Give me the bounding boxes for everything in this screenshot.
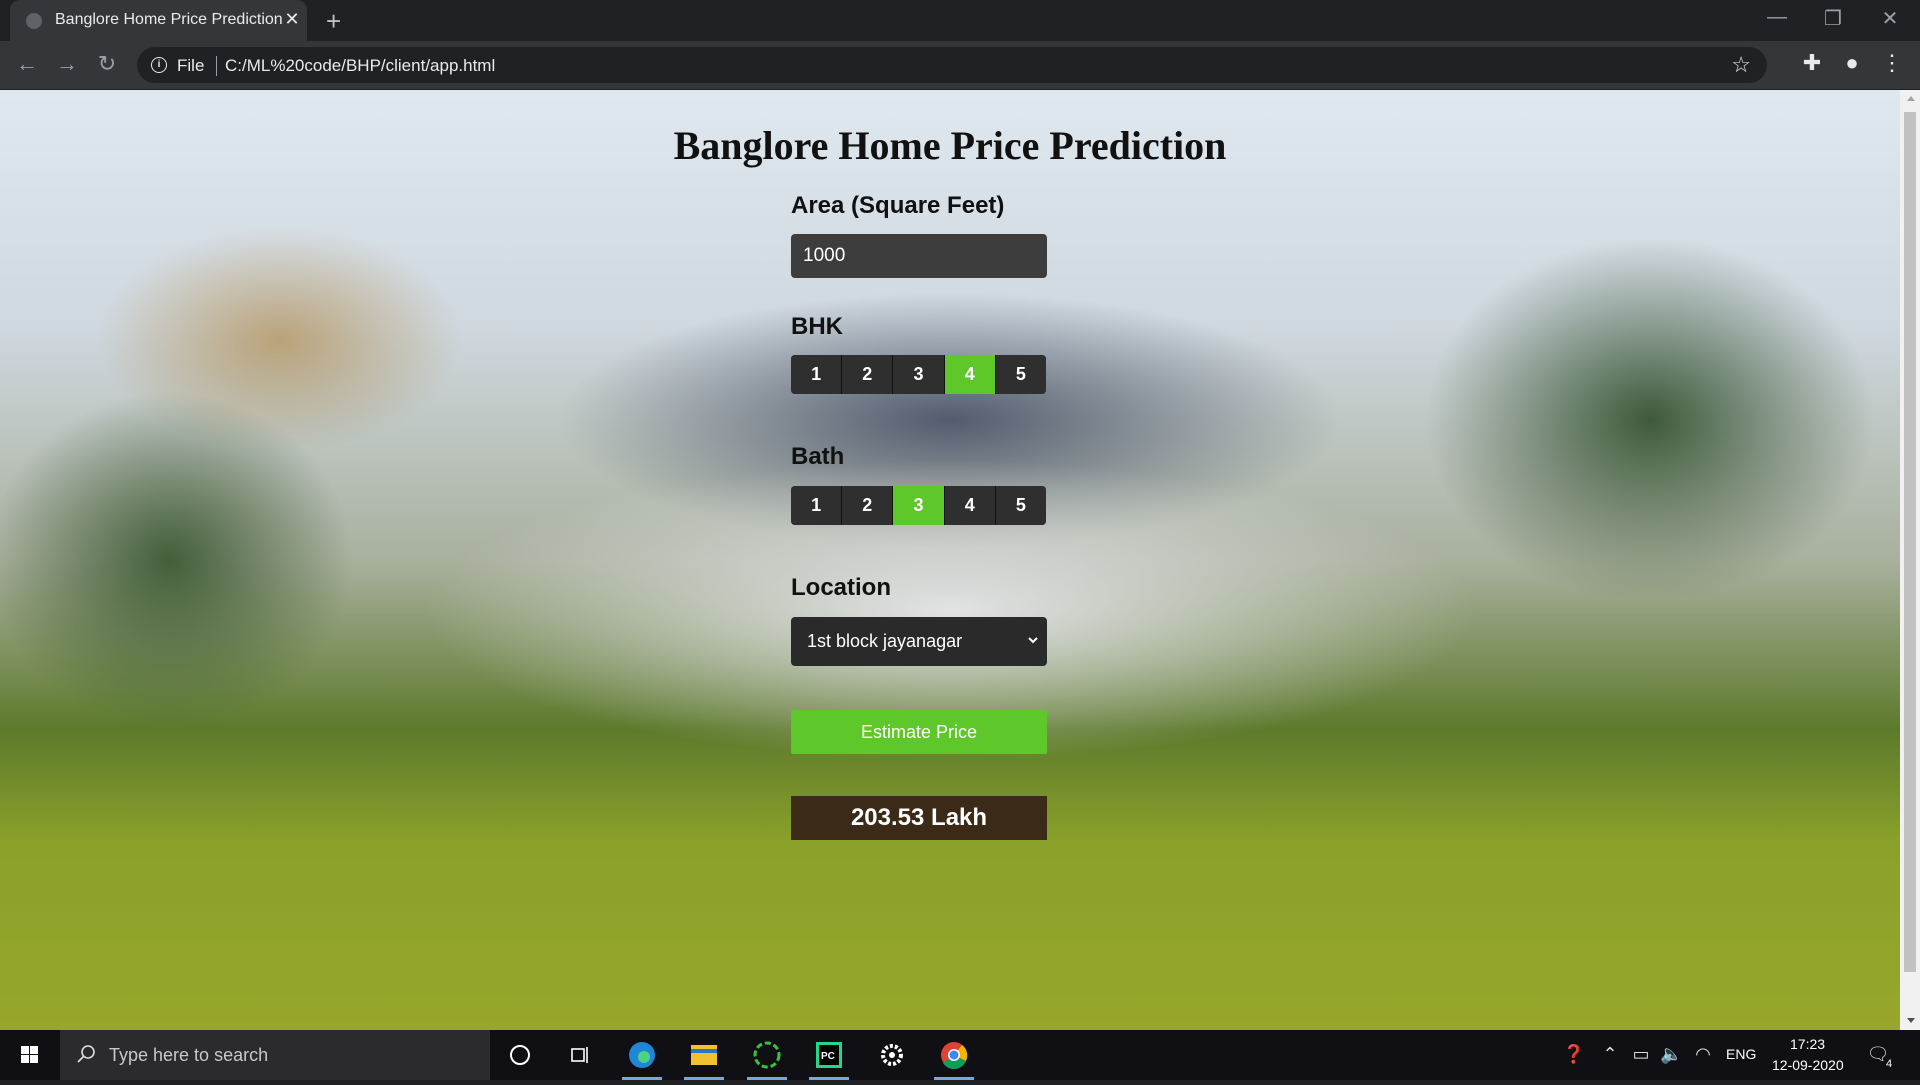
help-icon[interactable]: ❓ xyxy=(1562,1044,1586,1065)
location-label: Location xyxy=(791,574,891,601)
reload-icon[interactable]: ↻ xyxy=(92,51,122,77)
bath-option-4[interactable]: 4 xyxy=(944,486,996,525)
cortana-icon xyxy=(510,1045,530,1065)
bhk-option-2[interactable]: 2 xyxy=(842,355,894,394)
windows-taskbar: Type here to search PC ❓ ⌃ ▭ 🔈 ◠ ENG 17:… xyxy=(0,1030,1920,1080)
extensions-icon[interactable]: ✚ xyxy=(1797,50,1827,76)
estimate-price-button[interactable]: Estimate Price xyxy=(791,710,1047,754)
refresh-app-button[interactable] xyxy=(739,1030,795,1080)
bhk-option-3[interactable]: 3 xyxy=(893,355,945,394)
refresh-app-icon xyxy=(753,1041,781,1069)
bath-option-3[interactable]: 3 xyxy=(893,486,945,525)
browser-toolbar: ← → ↻ i File C:/ML%20code/BHP/client/app… xyxy=(0,41,1920,90)
globe-icon xyxy=(26,13,42,29)
volume-icon[interactable]: 🔈 xyxy=(1660,1044,1682,1065)
chrome-button[interactable] xyxy=(926,1030,982,1080)
start-button[interactable] xyxy=(0,1030,60,1080)
bhk-option-5[interactable]: 5 xyxy=(995,355,1046,394)
chevron-down-icon xyxy=(1028,637,1038,644)
profile-icon[interactable]: ● xyxy=(1837,50,1867,76)
edge-button[interactable] xyxy=(614,1030,670,1080)
bhk-label: BHK xyxy=(791,313,843,340)
area-label: Area (Square Feet) xyxy=(791,192,1005,219)
clock-date[interactable]: 12-09-2020 xyxy=(1772,1057,1844,1073)
new-tab-icon[interactable]: + xyxy=(326,6,341,37)
bhk-option-4[interactable]: 4 xyxy=(944,355,996,394)
notification-count-badge: 4 xyxy=(1886,1058,1893,1070)
settings-button[interactable] xyxy=(864,1030,920,1080)
file-explorer-icon xyxy=(691,1045,717,1065)
language-indicator[interactable]: ENG xyxy=(1726,1046,1756,1062)
scrollbar-thumb[interactable] xyxy=(1904,112,1916,972)
info-icon[interactable]: i xyxy=(151,57,167,73)
bookmark-star-icon[interactable]: ☆ xyxy=(1731,52,1751,78)
edge-icon xyxy=(629,1042,655,1068)
browser-tab-bar: Banglore Home Price Prediction ✕ + — ❐ ✕ xyxy=(0,0,1920,41)
back-icon[interactable]: ← xyxy=(12,51,42,77)
page-background: Banglore Home Price Prediction Area (Squ… xyxy=(0,90,1900,1030)
clock-time[interactable]: 17:23 xyxy=(1790,1036,1825,1052)
settings-icon xyxy=(881,1044,903,1066)
browser-tab[interactable]: Banglore Home Price Prediction ✕ xyxy=(10,0,307,41)
minimize-icon[interactable]: — xyxy=(1757,6,1797,29)
url-scheme: File xyxy=(177,56,205,75)
bhk-options: 1 2 3 4 5 xyxy=(791,355,1046,394)
pycharm-icon: PC xyxy=(816,1042,842,1068)
bath-option-1[interactable]: 1 xyxy=(791,486,843,525)
cortana-button[interactable] xyxy=(492,1030,548,1080)
area-input[interactable] xyxy=(791,234,1047,278)
file-explorer-button[interactable] xyxy=(676,1030,732,1080)
search-placeholder: Type here to search xyxy=(109,1045,269,1065)
page-title: Banglore Home Price Prediction xyxy=(673,123,1227,168)
url-text[interactable]: C:/ML%20code/BHP/client/app.html xyxy=(225,56,495,76)
show-hidden-icons-chevron-icon[interactable]: ⌃ xyxy=(1600,1044,1620,1065)
location-selected-value: 1st block jayanagar xyxy=(807,631,963,651)
tab-title: Banglore Home Price Prediction xyxy=(55,11,283,28)
more-menu-icon[interactable]: ⋮ xyxy=(1877,50,1907,76)
bath-label: Bath xyxy=(791,443,845,470)
taskbar-search-box[interactable]: Type here to search xyxy=(60,1030,490,1080)
scroll-up-arrow-icon[interactable] xyxy=(1907,96,1915,101)
battery-icon[interactable]: ▭ xyxy=(1630,1044,1652,1065)
forward-icon[interactable]: → xyxy=(52,51,82,77)
bath-option-5[interactable]: 5 xyxy=(995,486,1046,525)
location-select[interactable]: 1st block jayanagar xyxy=(791,617,1047,666)
search-icon xyxy=(77,1045,95,1063)
bath-option-2[interactable]: 2 xyxy=(842,486,894,525)
wifi-icon[interactable]: ◠ xyxy=(1692,1044,1714,1065)
chrome-icon xyxy=(941,1042,968,1070)
bhk-option-1[interactable]: 1 xyxy=(791,355,843,394)
task-view-button[interactable] xyxy=(552,1030,608,1080)
url-separator xyxy=(216,56,217,76)
estimated-price-result: 203.53 Lakh xyxy=(791,796,1047,840)
svg-text:PC: PC xyxy=(821,1051,835,1062)
windows-logo-icon xyxy=(21,1046,38,1063)
address-bar[interactable]: i File C:/ML%20code/BHP/client/app.html … xyxy=(137,47,1767,83)
close-tab-icon[interactable]: ✕ xyxy=(282,9,302,30)
close-window-icon[interactable]: ✕ xyxy=(1870,6,1910,31)
scroll-down-arrow-icon[interactable] xyxy=(1907,1018,1915,1023)
bath-options: 1 2 3 4 5 xyxy=(791,486,1046,525)
task-view-icon xyxy=(571,1047,588,1063)
pycharm-button[interactable]: PC xyxy=(801,1030,857,1080)
restore-icon[interactable]: ❐ xyxy=(1813,6,1853,31)
